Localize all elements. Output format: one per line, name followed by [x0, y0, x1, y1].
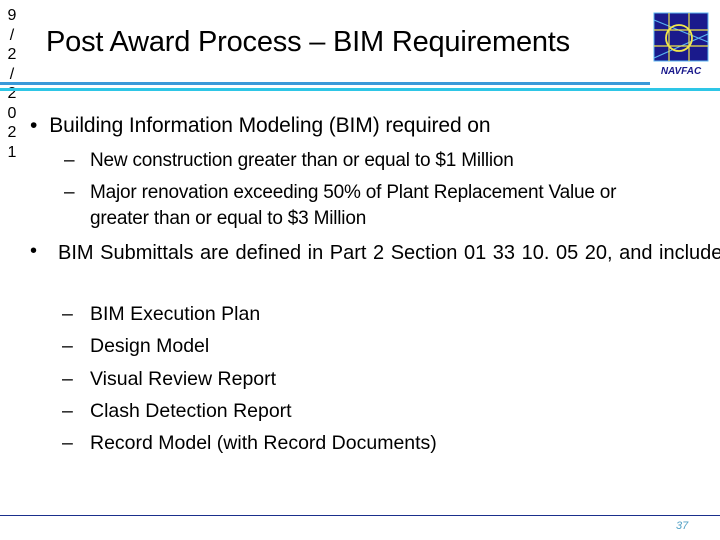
- bullet-marker: •: [30, 114, 38, 137]
- dash-marker: –: [62, 432, 73, 455]
- header-rule-bottom: [0, 88, 720, 91]
- date-char: 2: [7, 85, 17, 102]
- list-item: – BIM Execution Plan: [62, 303, 437, 335]
- list-item: – Record Model (with Record Documents): [62, 432, 437, 464]
- list-item-text: BIM Execution Plan: [90, 303, 261, 325]
- bullet-text: Building Information Modeling (BIM) requ…: [49, 114, 491, 137]
- subitem-new-construction: – New construction greater than or equal …: [64, 150, 514, 172]
- subitem-major-renovation-continued: greater than or equal to $3 Million: [90, 208, 367, 229]
- subitem-text: New construction greater than or equal t…: [90, 150, 514, 171]
- slide-title: Post Award Process – BIM Requirements: [46, 26, 570, 58]
- list-item: – Clash Detection Report: [62, 400, 437, 432]
- date-char: /: [9, 26, 15, 44]
- list-item-text: Design Model: [90, 335, 210, 358]
- submittals-list: – BIM Execution Plan – Design Model – Visua…: [62, 303, 437, 464]
- header-rule-top: [0, 82, 650, 85]
- date-char: 9: [7, 7, 17, 24]
- date-char: 2: [7, 46, 17, 63]
- dash-marker: –: [62, 399, 73, 422]
- footer-rule: [0, 515, 720, 516]
- list-item-text: Visual Review Report: [90, 367, 277, 390]
- page-number: 37: [676, 520, 689, 532]
- date-char: 1: [7, 143, 17, 161]
- list-item-text: Clash Detection Report: [90, 399, 292, 422]
- navfac-logo-icon: NAVFAC: [653, 12, 709, 77]
- bullet-text: BIM Submittals are defined in Part 2 Sec…: [58, 242, 720, 264]
- date-char: 0: [7, 104, 17, 122]
- logo-label: NAVFAC: [661, 66, 702, 77]
- subitem-text: Major renovation exceeding 50% of Plant …: [90, 182, 617, 203]
- list-item: – Design Model: [62, 335, 437, 367]
- dash-marker: –: [64, 182, 75, 203]
- bullet-bim-required: • Building Information Modeling (BIM) req…: [30, 114, 491, 138]
- dash-marker: –: [62, 335, 73, 358]
- list-item-text: Record Model (with Record Documents): [90, 432, 437, 455]
- list-item: – Visual Review Report: [62, 368, 437, 400]
- date-char: 2: [7, 124, 17, 141]
- dash-marker: –: [62, 303, 73, 325]
- dash-marker: –: [62, 367, 73, 390]
- bullet-marker: •: [30, 240, 38, 262]
- dash-marker: –: [64, 150, 75, 171]
- subitem-major-renovation: – Major renovation exceeding 50% of Plant…: [64, 182, 617, 204]
